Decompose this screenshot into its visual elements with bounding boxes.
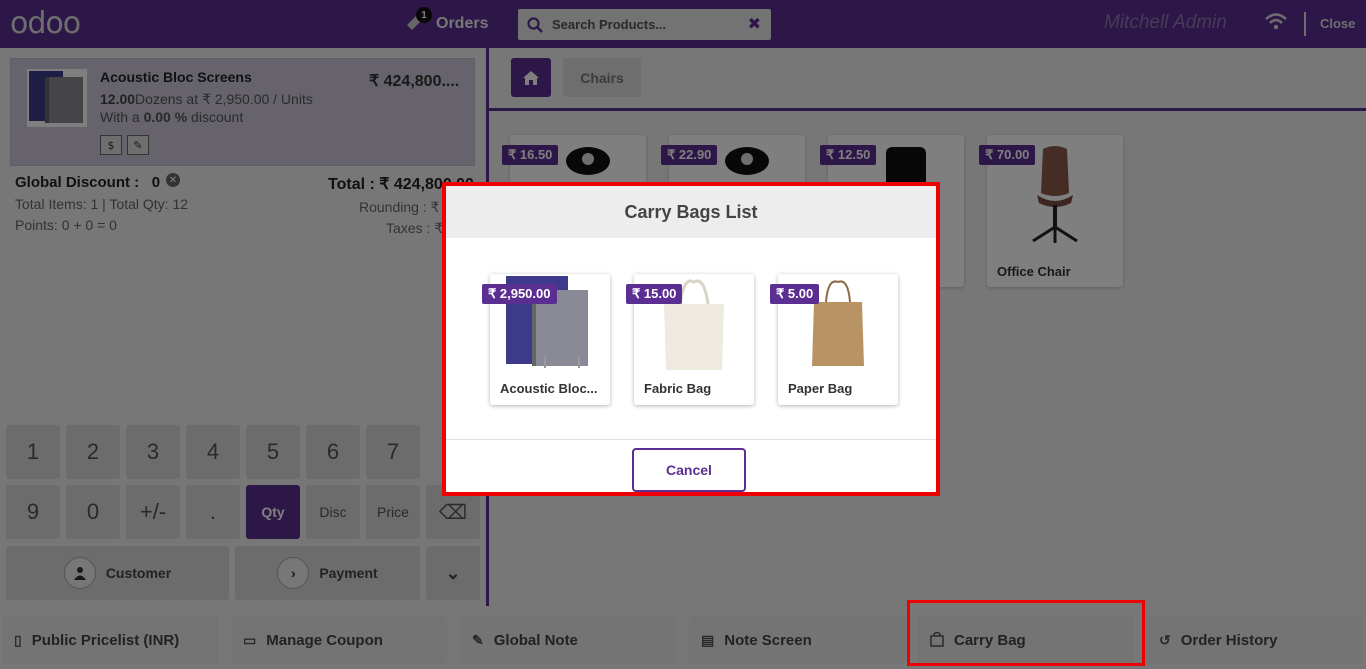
bag-price: ₹ 5.00	[770, 284, 820, 304]
carry-bags-dialog: Carry Bags List ₹ 2,950.00 Acoustic Bloc…	[442, 182, 940, 496]
bag-card[interactable]: ₹ 15.00 Fabric Bag	[626, 274, 754, 405]
bag-name: Fabric Bag	[644, 381, 712, 396]
cancel-button[interactable]: Cancel	[632, 448, 746, 492]
bag-name: Acoustic Bloc...	[500, 381, 598, 396]
bag-name: Paper Bag	[788, 381, 853, 396]
carry-bag-highlight	[907, 600, 1145, 666]
bag-card[interactable]: ₹ 2,950.00 Acoustic Bloc...	[482, 274, 610, 405]
bag-card[interactable]: ₹ 5.00 Paper Bag	[770, 274, 898, 405]
dialog-title: Carry Bags List	[446, 186, 936, 238]
dialog-footer-divider	[446, 439, 936, 440]
bag-price: ₹ 2,950.00	[482, 284, 557, 304]
bag-price: ₹ 15.00	[626, 284, 683, 304]
